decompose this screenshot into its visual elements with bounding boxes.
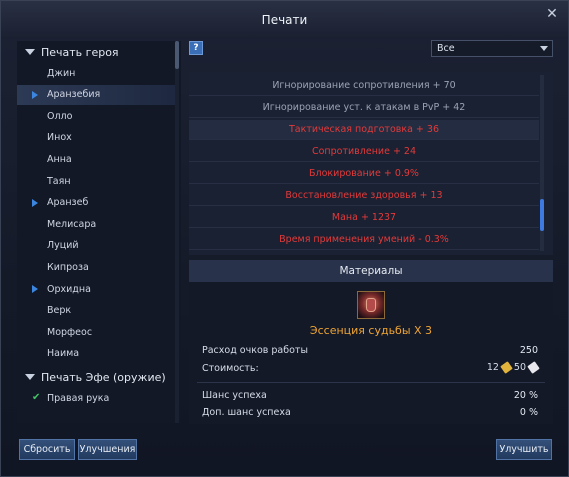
play-marker-icon xyxy=(32,198,38,207)
list-item[interactable]: Наима xyxy=(17,344,175,364)
gold-coin-icon xyxy=(500,361,513,374)
list-item-label: Аранзеб xyxy=(47,197,89,209)
list-item[interactable]: Анна xyxy=(17,149,175,169)
cost-label: Стоимость: xyxy=(202,363,259,374)
window-title: Печати xyxy=(261,13,308,27)
seals-window: Печати ✕ Печать героя Джин Аранзебия Олло И… xyxy=(0,0,569,477)
stat-row: Блокирование + 0.9% xyxy=(189,164,539,184)
silver-coin-icon xyxy=(527,361,540,374)
list-item-label: Таян xyxy=(47,175,71,187)
stat-row: Сопротивление + 24 xyxy=(189,142,539,162)
success-chance-label: Шанс успеха xyxy=(202,390,267,401)
list-item-label: Олло xyxy=(47,110,73,122)
cost-gold-value: 12 xyxy=(486,362,499,373)
list-item[interactable]: Верк xyxy=(17,301,175,321)
list-item-right-hand[interactable]: ✔ Правая рука xyxy=(17,388,175,408)
list-item-label: Кипроза xyxy=(47,261,89,273)
list-item[interactable]: Орхидна xyxy=(17,279,175,299)
list-item-label: Наима xyxy=(47,348,80,360)
hero-list-panel: Печать героя Джин Аранзебия Олло Инох Анна Та… xyxy=(17,41,181,423)
list-item[interactable]: Аранзебия xyxy=(17,84,175,105)
stats-scrollbar[interactable] xyxy=(540,75,544,251)
checkmark-icon: ✔ xyxy=(32,392,41,403)
list-item-label: Морфеос xyxy=(47,326,93,338)
list-item[interactable]: Морфеос xyxy=(17,322,175,342)
list-item[interactable]: Луций xyxy=(17,236,175,256)
group-hero-seal[interactable]: Печать героя xyxy=(25,43,119,61)
list-item-label: Правая рука xyxy=(47,392,110,404)
group-efe-seal[interactable]: Печать Эфе (оружие) xyxy=(25,368,166,386)
upgrade-button[interactable]: Улучшить xyxy=(496,439,552,460)
stat-row: Восстановление здоровья + 13 xyxy=(189,186,539,206)
list-item-label: Инох xyxy=(47,132,72,144)
left-scrollbar-thumb[interactable] xyxy=(175,41,179,69)
divider xyxy=(197,382,545,383)
list-item[interactable]: Таян xyxy=(17,171,175,191)
help-button[interactable]: ? xyxy=(189,41,203,55)
close-icon[interactable]: ✕ xyxy=(544,6,560,22)
chevron-down-icon xyxy=(25,49,35,55)
chevron-down-icon xyxy=(540,46,548,51)
list-item[interactable]: Кипроза xyxy=(17,257,175,277)
list-item-label: Верк xyxy=(47,305,72,317)
title-bar: Печати ✕ xyxy=(1,1,568,39)
list-item[interactable]: Олло xyxy=(17,106,175,126)
stat-row: Игнорирование уст. к атакам в PvP + 42 xyxy=(189,98,539,118)
list-item-label: Джин xyxy=(47,67,76,79)
list-item[interactable]: Джин xyxy=(17,63,175,83)
stat-row: Мана + 1237 xyxy=(189,208,539,228)
list-item[interactable]: Мелисара xyxy=(17,214,175,234)
material-name: Эссенция судьбы X 3 xyxy=(309,324,433,337)
stat-row: Игнорирование сопротивления + 70 xyxy=(189,76,539,96)
extra-success-label: Доп. шанс успеха xyxy=(202,407,291,418)
chevron-down-icon xyxy=(25,374,35,380)
stats-list: Игнорирование сопротивления + 70 Игнориро… xyxy=(189,72,553,255)
play-marker-icon xyxy=(32,285,38,293)
play-marker-icon xyxy=(32,90,38,99)
cost-value: 12 50 xyxy=(486,361,540,374)
reset-button[interactable]: Сбросить xyxy=(19,439,75,460)
potion-bottle-icon xyxy=(366,298,376,312)
group-efe-seal-label: Печать Эфе (оружие) xyxy=(41,370,166,384)
list-item-label: Мелисара xyxy=(47,218,97,230)
success-chance-value: 20 % xyxy=(513,390,538,401)
stats-scrollbar-thumb[interactable] xyxy=(540,199,544,231)
list-item[interactable]: Аранзеб xyxy=(17,193,175,213)
stat-row: Время применения умений - 0.3% xyxy=(189,230,539,250)
list-item-label: Орхидна xyxy=(47,283,91,295)
stat-row: Тактическая подготовка + 36 xyxy=(189,120,539,140)
list-item-label: Аранзебия xyxy=(47,89,101,101)
list-item[interactable]: Инох xyxy=(17,128,175,148)
cost-silver-value: 50 xyxy=(513,362,526,373)
filter-dropdown-value: Все xyxy=(437,43,455,54)
filter-dropdown[interactable]: Все xyxy=(431,40,553,57)
left-scrollbar[interactable] xyxy=(175,41,179,423)
list-item-label: Анна xyxy=(47,153,72,165)
materials-header: Материалы xyxy=(189,260,553,282)
list-item-label: Луций xyxy=(47,240,79,252)
essence-of-fate-icon[interactable] xyxy=(357,291,385,319)
group-hero-seal-label: Печать героя xyxy=(41,45,119,59)
upgrades-button[interactable]: Улучшения xyxy=(78,439,137,460)
extra-success-value: 0 % xyxy=(519,407,538,418)
work-points-label: Расход очков работы xyxy=(202,345,308,356)
work-points-value: 250 xyxy=(519,345,538,356)
